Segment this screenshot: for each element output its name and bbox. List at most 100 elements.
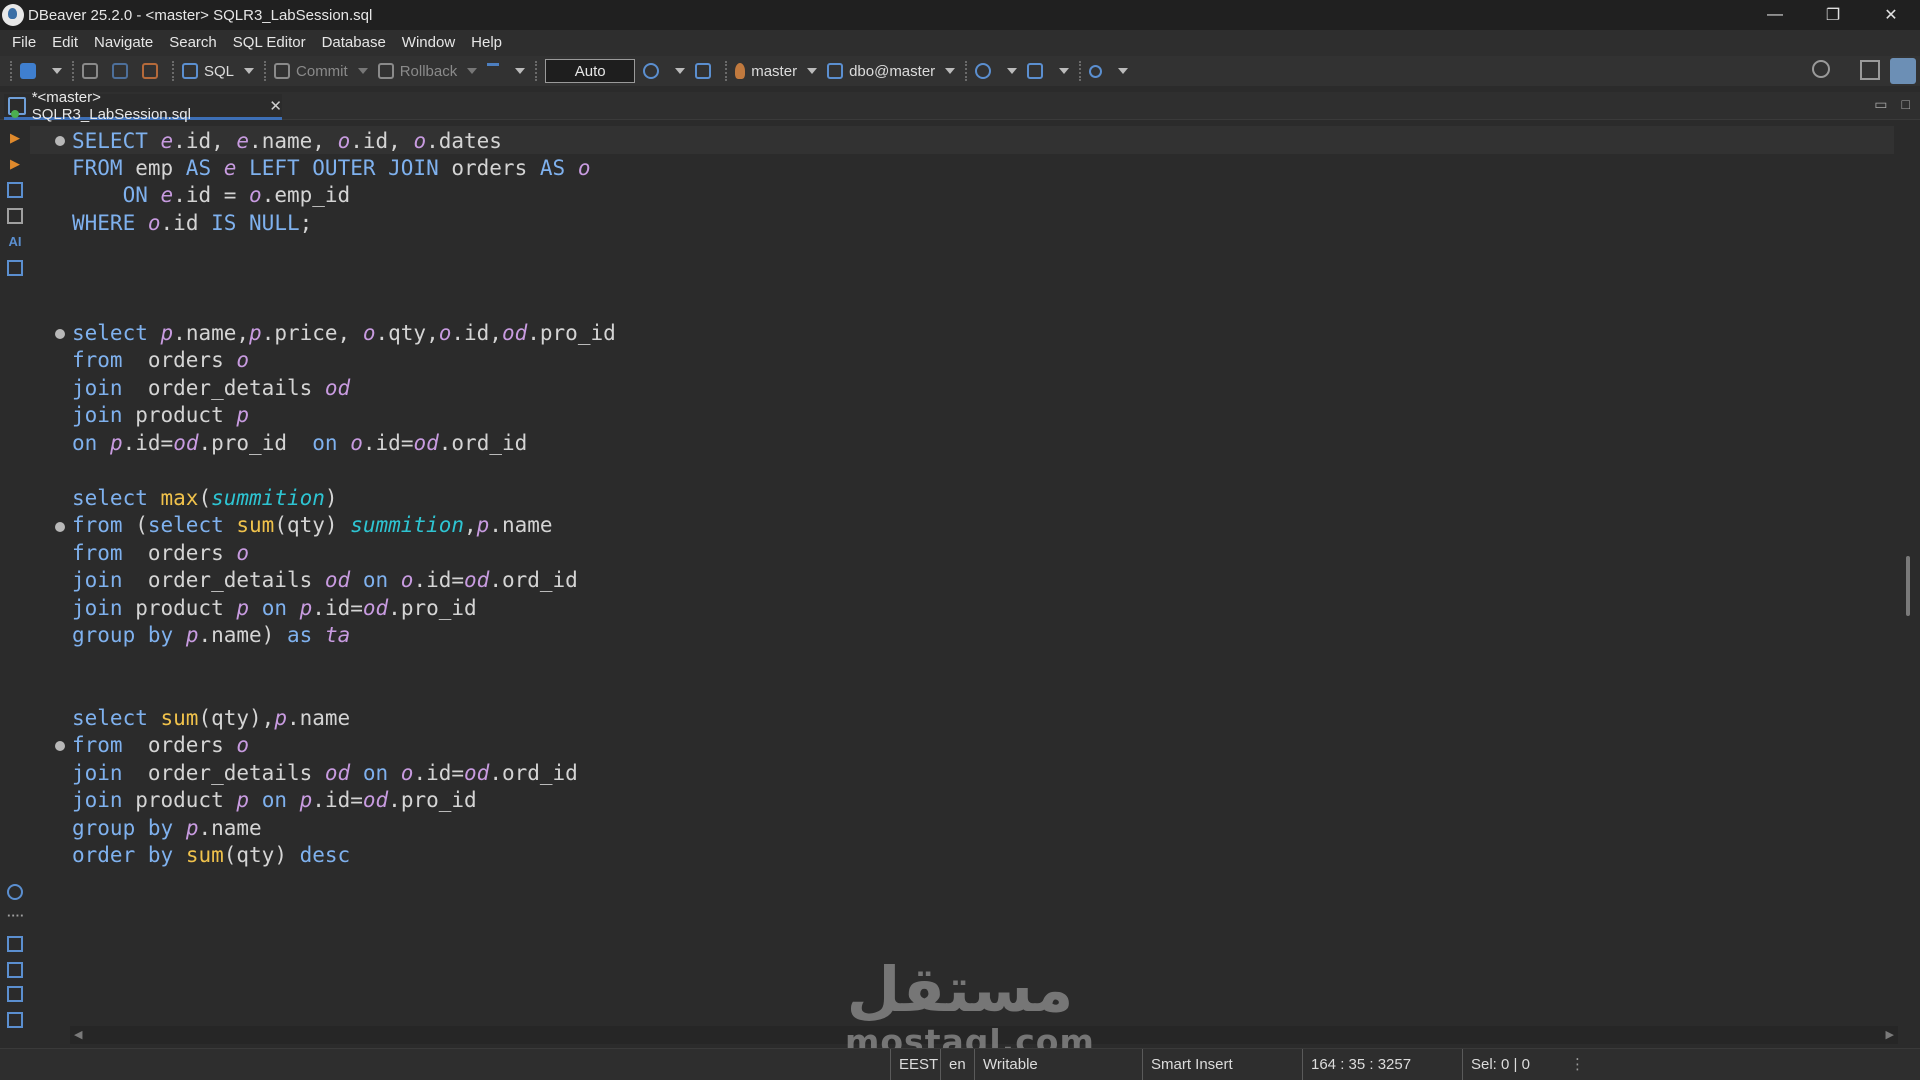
commit-dropdown[interactable] xyxy=(357,68,368,74)
sql-editor[interactable]: SELECT e.id, e.name, o.id, o.dates FROM … xyxy=(30,124,1898,1024)
code-line[interactable]: select max(summition) xyxy=(72,485,338,512)
code-line[interactable]: ON e.id = o.emp_id xyxy=(72,182,351,209)
code-line[interactable]: join product p on p.id=od.pro_id xyxy=(72,787,477,814)
code-line[interactable]: group by p.name) as ta xyxy=(72,622,350,649)
minimize-button[interactable]: — xyxy=(1746,0,1804,30)
dbeaver-logo-icon xyxy=(2,4,24,26)
transaction-mode-button[interactable] xyxy=(483,59,509,83)
status-cursor-position[interactable]: 164 : 35 : 3257 xyxy=(1302,1049,1460,1080)
menu-file[interactable]: File xyxy=(4,30,44,56)
restore-button[interactable]: ❐ xyxy=(1804,0,1862,30)
output-icon[interactable] xyxy=(7,936,23,952)
disconnect-icon xyxy=(142,63,158,79)
datasource-dropdown[interactable] xyxy=(807,68,818,74)
datasource-selector[interactable]: master xyxy=(731,59,801,83)
code-line[interactable]: order by sum(qty) desc xyxy=(72,842,350,869)
tools-button[interactable] xyxy=(1023,59,1053,83)
rollback-dropdown[interactable] xyxy=(467,68,478,74)
tools-dropdown[interactable] xyxy=(1059,68,1070,74)
more-icon[interactable]: ···· xyxy=(7,908,24,924)
new-connection-icon xyxy=(20,63,36,79)
code-line[interactable]: from orders o xyxy=(72,540,249,567)
explain-plan-icon[interactable] xyxy=(7,182,23,198)
new-connection-dropdown[interactable] xyxy=(52,68,62,74)
settings-gear-icon[interactable] xyxy=(7,884,23,900)
transaction-mode-field[interactable]: Auto xyxy=(545,59,636,83)
menu-search[interactable]: Search xyxy=(161,30,225,56)
global-search-icon[interactable] xyxy=(1812,60,1830,78)
menu-navigate[interactable]: Navigate xyxy=(86,30,161,56)
ai-assistant-icon[interactable]: AI xyxy=(7,234,23,250)
sql-editor-button[interactable]: SQL xyxy=(178,59,238,83)
code-line[interactable]: FROM emp AS e LEFT OUTER JOIN orders AS … xyxy=(72,155,590,182)
pending-transactions-button[interactable] xyxy=(691,59,721,83)
dbeaver-perspective-icon[interactable] xyxy=(1890,58,1916,84)
menu-database[interactable]: Database xyxy=(314,30,394,56)
code-line[interactable]: from orders o xyxy=(72,732,249,759)
menu-window[interactable]: Window xyxy=(394,30,463,56)
menu-sql-editor[interactable]: SQL Editor xyxy=(225,30,314,56)
rollback-button[interactable]: Rollback xyxy=(374,59,462,83)
code-line[interactable]: on p.id=od.pro_id on o.id=od.ord_id xyxy=(72,430,527,457)
code-line[interactable]: WHERE o.id IS NULL; xyxy=(72,210,312,237)
tab-sqlr3-labsession[interactable]: *<master> SQLR3_LabSession.sql ✕ xyxy=(4,89,282,123)
code-line[interactable]: group by p.name xyxy=(72,815,262,842)
toolbar-separator xyxy=(72,61,74,81)
cloud-button[interactable] xyxy=(971,59,1001,83)
perspective-icon[interactable] xyxy=(1860,60,1880,80)
title-bar: DBeaver 25.2.0 - <master> SQLR3_LabSessi… xyxy=(0,0,1920,30)
find-button[interactable] xyxy=(1085,59,1112,83)
status-selection: Sel: 0 | 0 xyxy=(1462,1049,1562,1080)
execute-statement-icon[interactable]: ▶ xyxy=(7,130,23,146)
connect-button[interactable] xyxy=(78,59,108,83)
code-line[interactable]: SELECT e.id, e.name, o.id, o.dates xyxy=(72,128,502,155)
transaction-log-dropdown[interactable] xyxy=(675,68,686,74)
terminal-icon[interactable] xyxy=(7,260,23,276)
code-line[interactable]: join product p on p.id=od.pro_id xyxy=(72,595,477,622)
execute-script-icon[interactable]: ▶ xyxy=(7,156,23,172)
reconnect-icon xyxy=(112,63,128,79)
magnifier-icon xyxy=(1089,64,1103,78)
code-line[interactable]: from (select sum(qty) summition,p.name xyxy=(72,512,553,539)
code-line[interactable]: select sum(qty),p.name xyxy=(72,705,350,732)
scroll-right-icon[interactable]: ▶ xyxy=(1886,1028,1894,1041)
vertical-scrollbar[interactable] xyxy=(1900,120,1914,1048)
sqlserver-icon xyxy=(735,63,746,79)
status-more-icon[interactable]: ⋮ xyxy=(1562,1049,1586,1080)
commit-button[interactable]: Commit xyxy=(270,59,352,83)
transaction-dropdown[interactable] xyxy=(515,68,526,74)
invalidate-button[interactable] xyxy=(108,59,138,83)
new-connection-button[interactable] xyxy=(16,59,46,83)
sql-dropdown[interactable] xyxy=(244,68,255,74)
vertical-scroll-thumb[interactable] xyxy=(1906,556,1910,616)
find-dropdown[interactable] xyxy=(1118,68,1129,74)
code-line[interactable]: join product p xyxy=(72,402,249,429)
minimize-view-icon[interactable]: ▭ xyxy=(1874,96,1887,113)
cloud-dropdown[interactable] xyxy=(1007,68,1018,74)
schema-dropdown[interactable] xyxy=(945,68,956,74)
menu-help[interactable]: Help xyxy=(463,30,510,56)
watermark-arabic: مستقل xyxy=(846,953,1074,1026)
schema-selector[interactable]: dbo@master xyxy=(823,59,939,83)
transaction-log-button[interactable] xyxy=(639,59,669,83)
disconnect-button[interactable] xyxy=(138,59,168,83)
maximize-view-icon[interactable]: □ xyxy=(1902,96,1910,113)
status-locale[interactable]: en xyxy=(940,1049,972,1080)
code-line[interactable]: select p.name,p.price, o.qty,o.id,od.pro… xyxy=(72,320,616,347)
load-script-icon[interactable] xyxy=(7,208,23,224)
editor-tab-row: *<master> SQLR3_LabSession.sql ✕ xyxy=(0,89,1920,123)
server-output-icon[interactable] xyxy=(7,962,23,978)
menu-edit[interactable]: Edit xyxy=(44,30,86,56)
code-line[interactable]: join order_details od on o.id=od.ord_id xyxy=(72,567,578,594)
close-button[interactable]: ✕ xyxy=(1862,0,1920,30)
execution-log-icon[interactable] xyxy=(7,986,23,1002)
tab-close-icon[interactable]: ✕ xyxy=(269,97,282,115)
scroll-left-icon[interactable]: ◀ xyxy=(74,1028,82,1041)
schema-name: dbo@master xyxy=(849,62,936,80)
code-line[interactable]: join order_details od xyxy=(72,375,350,402)
status-timezone[interactable]: EEST xyxy=(890,1049,938,1080)
commit-label: Commit xyxy=(296,62,348,80)
outline-icon[interactable] xyxy=(7,1012,23,1028)
code-line[interactable]: join order_details od on o.id=od.ord_id xyxy=(72,760,578,787)
code-line[interactable]: from orders o xyxy=(72,347,249,374)
